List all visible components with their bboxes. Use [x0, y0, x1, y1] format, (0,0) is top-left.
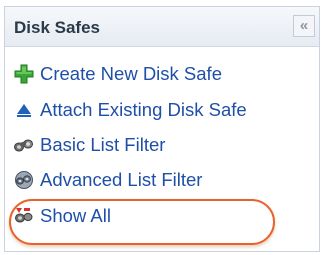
show-all-link[interactable]: Show All: [13, 202, 111, 230]
menu-item-label: Show All: [40, 205, 111, 226]
menu-item-label: Advanced List Filter: [40, 169, 203, 190]
panel-header: Disk Safes «: [5, 7, 319, 47]
attach-existing-disk-safe-link[interactable]: Attach Existing Disk Safe: [13, 96, 247, 124]
disk-safes-panel: Disk Safes « Create New Disk Safe Attach…: [4, 6, 320, 252]
basic-list-filter-link[interactable]: Basic List Filter: [13, 131, 165, 159]
create-new-disk-safe-link[interactable]: Create New Disk Safe: [13, 60, 222, 88]
panel-title: Disk Safes: [14, 18, 100, 37]
advanced-filter-binoculars-icon: [13, 169, 35, 191]
binoculars-icon: [13, 134, 35, 156]
collapse-button[interactable]: «: [293, 15, 315, 37]
green-plus-icon: [13, 63, 35, 85]
advanced-list-filter-link[interactable]: Advanced List Filter: [13, 166, 202, 194]
menu-item-label: Attach Existing Disk Safe: [40, 99, 247, 120]
show-all-binoculars-icon: [13, 205, 35, 227]
menu-item-label: Basic List Filter: [40, 134, 166, 155]
menu-item-label: Create New Disk Safe: [40, 63, 222, 84]
blue-eject-triangle-icon: [13, 99, 35, 121]
